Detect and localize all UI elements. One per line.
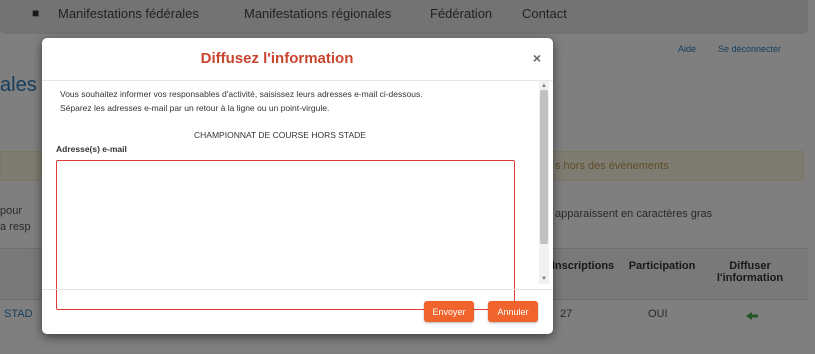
- instruction-line: Séparez les adresses e-mail par un retou…: [60, 103, 330, 113]
- scroll-down-icon[interactable]: ▼: [540, 275, 548, 283]
- dialog-instructions: Vous souhaitez informer vos responsables…: [60, 87, 530, 115]
- send-button[interactable]: Envoyer: [424, 301, 474, 322]
- scrollbar-thumb[interactable]: [540, 90, 548, 244]
- dialog-scrollbar[interactable]: ▲ ▼: [539, 81, 549, 284]
- close-icon[interactable]: ×: [530, 50, 544, 66]
- dialog-title: Diffusez l'information: [200, 50, 354, 67]
- instruction-line: Vous souhaitez informer vos responsables…: [60, 89, 423, 99]
- cancel-button[interactable]: Annuler: [488, 301, 538, 322]
- share-info-dialog: Diffusez l'information × Vous souhaitez …: [42, 38, 553, 334]
- event-name: CHAMPIONNAT DE COURSE HORS STADE: [194, 130, 366, 140]
- dialog-footer: Envoyer Annuler: [42, 289, 553, 334]
- email-field-label: Adresse(s) e-mail: [56, 144, 127, 154]
- email-field[interactable]: [56, 160, 515, 310]
- dialog-header: Diffusez l'information ×: [42, 38, 553, 81]
- scroll-up-icon[interactable]: ▲: [540, 82, 548, 90]
